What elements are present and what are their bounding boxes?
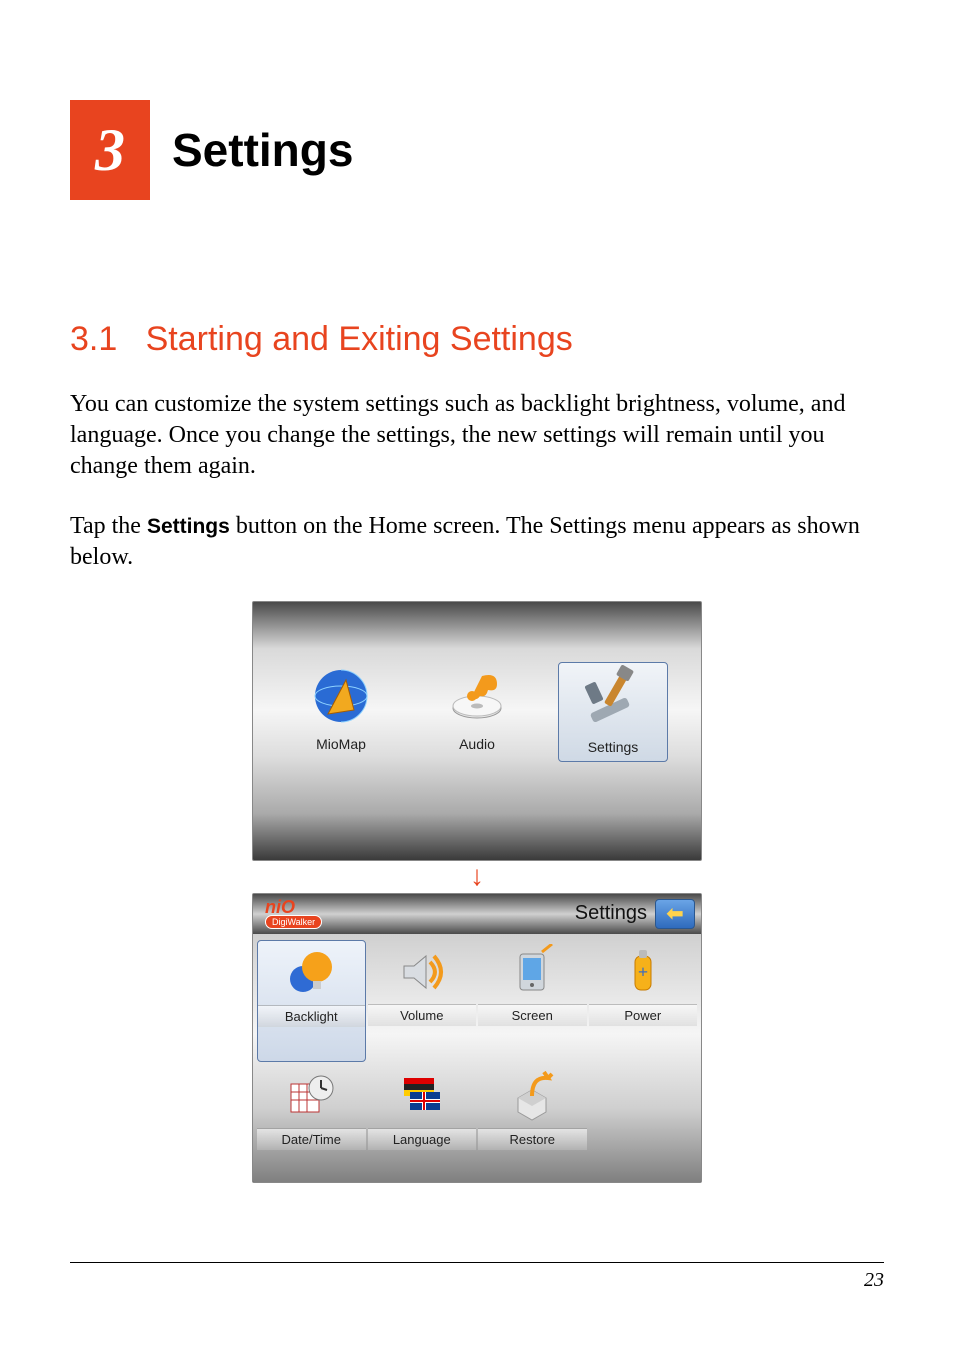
- home-tile-label: MioMap: [316, 732, 366, 758]
- page-number: 23: [864, 1269, 884, 1291]
- home-tile-label: Settings: [588, 735, 639, 761]
- settings-tile-label: Power: [589, 1004, 698, 1026]
- page-footer: 23: [70, 1262, 884, 1292]
- speaker-icon: [394, 944, 450, 1000]
- settings-tile-label: Language: [368, 1128, 477, 1150]
- settings-tile-restore[interactable]: Restore: [478, 1064, 587, 1183]
- paragraph-1: You can customize the system settings su…: [70, 389, 884, 483]
- chapter-number-box: 3: [70, 100, 150, 200]
- settings-tile-label: Screen: [478, 1004, 587, 1026]
- battery-icon: +: [615, 944, 671, 1000]
- settings-screen-title: Settings: [575, 902, 647, 925]
- pda-icon: [504, 944, 560, 1000]
- svg-text:+: +: [638, 962, 648, 982]
- home-tile-audio[interactable]: Audio: [422, 662, 532, 762]
- home-tile-label: Audio: [459, 732, 495, 758]
- paragraph-2a: Tap the: [70, 513, 147, 539]
- mio-logo: niO DigiWalker: [265, 899, 322, 929]
- home-screen-figure: MioMap Audio: [252, 601, 702, 861]
- chapter-title: Settings: [172, 123, 353, 177]
- settings-tile-label: Date/Time: [257, 1128, 366, 1150]
- settings-tile-power[interactable]: + Power: [589, 940, 698, 1062]
- back-button[interactable]: ⬅: [655, 899, 695, 929]
- home-tile-miomap[interactable]: MioMap: [286, 662, 396, 762]
- logo-text: niO: [265, 899, 295, 915]
- music-cd-icon: [442, 662, 512, 732]
- arrow-down-icon: ↓: [470, 863, 484, 891]
- settings-tile-backlight[interactable]: Backlight: [257, 940, 366, 1062]
- settings-tile-label: Restore: [478, 1128, 587, 1150]
- calendar-clock-icon: [283, 1068, 339, 1124]
- section-heading: 3.1 Starting and Exiting Settings: [70, 320, 884, 359]
- settings-tile-datetime[interactable]: Date/Time: [257, 1064, 366, 1183]
- settings-tile-language[interactable]: Language: [368, 1064, 477, 1183]
- figure: MioMap Audio: [70, 601, 884, 1183]
- chapter-heading: 3 Settings: [70, 100, 884, 200]
- settings-tile-label: Backlight: [258, 1005, 365, 1027]
- settings-button-name: Settings: [147, 515, 230, 538]
- bulb-icon: [283, 945, 339, 1001]
- tools-icon: [578, 665, 648, 735]
- home-tile-settings[interactable]: Settings: [558, 662, 668, 762]
- section-title: Starting and Exiting Settings: [146, 320, 573, 358]
- settings-tile-screen[interactable]: Screen: [478, 940, 587, 1062]
- logo-subtext: DigiWalker: [265, 915, 322, 929]
- paragraph-2: Tap the Settings button on the Home scre…: [70, 511, 884, 573]
- settings-tile-label: Volume: [368, 1004, 477, 1026]
- flags-icon: [394, 1068, 450, 1124]
- settings-grid: Backlight Volume: [253, 934, 701, 1183]
- back-arrow-icon: ⬅: [667, 901, 684, 926]
- box-arrow-icon: [504, 1068, 560, 1124]
- settings-tile-volume[interactable]: Volume: [368, 940, 477, 1062]
- settings-screen-figure: niO DigiWalker Settings ⬅: [252, 893, 702, 1183]
- settings-header: niO DigiWalker Settings ⬅: [253, 894, 701, 934]
- section-number: 3.1: [70, 320, 117, 358]
- globe-icon: [306, 662, 376, 732]
